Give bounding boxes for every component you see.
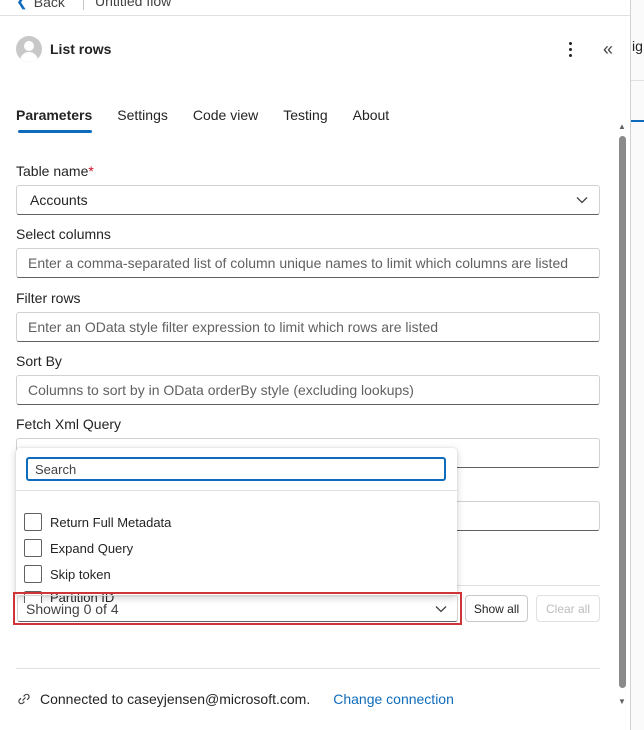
option-return-full-metadata[interactable]: Return Full Metadata: [24, 511, 171, 533]
checkbox[interactable]: [24, 565, 42, 583]
change-connection-link[interactable]: Change connection: [333, 691, 454, 707]
sort-by-input[interactable]: Columns to sort by in OData orderBy styl…: [16, 375, 600, 405]
panel-title: List rows: [50, 41, 112, 57]
double-chevron-left-icon: «: [602, 38, 613, 59]
clear-all-button[interactable]: Clear all: [536, 595, 600, 622]
sort-by-label: Sort By: [16, 353, 62, 369]
back-button[interactable]: ❮ Back: [16, 0, 65, 10]
page: ❮ Back Untitled flow ig List rows « Para…: [0, 0, 644, 730]
checkbox[interactable]: [24, 539, 42, 557]
option-label: Skip token: [50, 566, 111, 582]
canvas-fragment-text: ig: [632, 38, 643, 54]
option-label: Return Full Metadata: [50, 514, 172, 530]
tab-parameters[interactable]: Parameters: [16, 107, 93, 133]
chevron-left-icon: ❮: [16, 0, 28, 9]
select-columns-label: Select columns: [16, 226, 111, 242]
tab-about[interactable]: About: [353, 107, 390, 133]
dropdown-separator: [16, 490, 457, 491]
option-expand-query[interactable]: Expand Query: [24, 537, 133, 559]
filter-rows-label: Filter rows: [16, 290, 81, 306]
chevron-down-icon: [576, 197, 588, 204]
scroll-down-arrow-icon[interactable]: ▼: [617, 697, 627, 707]
connection-info: Connected to caseyjensen@microsoft.com. …: [16, 691, 454, 707]
canvas-accent-line: [631, 120, 644, 122]
select-columns-input[interactable]: Enter a comma-separated list of column u…: [16, 248, 600, 278]
more-vertical-icon: [568, 41, 572, 45]
table-name-select[interactable]: Accounts: [16, 185, 600, 215]
topbar-divider: [83, 0, 84, 10]
showing-count-label: Showing 0 of 4: [26, 600, 119, 617]
panel-header: List rows «: [16, 36, 620, 62]
scrollbar-thumb[interactable]: [619, 136, 626, 688]
chevron-down-icon: [435, 606, 447, 613]
top-strip: ❮ Back Untitled flow: [0, 0, 630, 16]
filter-rows-input[interactable]: Enter an OData style filter expression t…: [16, 312, 600, 342]
advanced-parameters-select[interactable]: Showing 0 of 4: [17, 595, 458, 622]
table-name-label: Table name*: [16, 163, 94, 179]
footer-separator: [16, 668, 600, 669]
flow-name: Untitled flow: [95, 0, 172, 9]
connector-avatar-icon: [16, 36, 42, 62]
canvas-sliver: ig: [630, 0, 644, 730]
search-input[interactable]: Search: [26, 457, 446, 481]
checkbox[interactable]: [24, 513, 42, 531]
connection-text: Connected to caseyjensen@microsoft.com.: [40, 691, 311, 707]
back-label: Back: [33, 0, 65, 10]
fetch-xml-label: Fetch Xml Query: [16, 416, 122, 432]
show-all-button[interactable]: Show all: [465, 595, 528, 622]
required-mark: *: [88, 163, 94, 179]
more-options-button[interactable]: [560, 36, 580, 62]
link-icon: [18, 693, 30, 705]
tab-code-view[interactable]: Code view: [193, 107, 258, 133]
panel-scrollbar[interactable]: ▲ ▼: [617, 122, 627, 707]
collapse-panel-button[interactable]: «: [598, 36, 618, 62]
table-name-value: Accounts: [30, 192, 88, 208]
tab-testing[interactable]: Testing: [283, 107, 327, 133]
tab-bar: Parameters Settings Code view Testing Ab…: [16, 107, 414, 133]
tab-settings[interactable]: Settings: [117, 107, 168, 133]
option-skip-token[interactable]: Skip token: [24, 563, 111, 585]
option-label: Expand Query: [50, 540, 134, 556]
scroll-up-arrow-icon[interactable]: ▲: [617, 122, 627, 132]
canvas-line: [631, 80, 644, 81]
advanced-parameters-dropdown: Search Return Full Metadata Expand Query…: [16, 448, 457, 603]
